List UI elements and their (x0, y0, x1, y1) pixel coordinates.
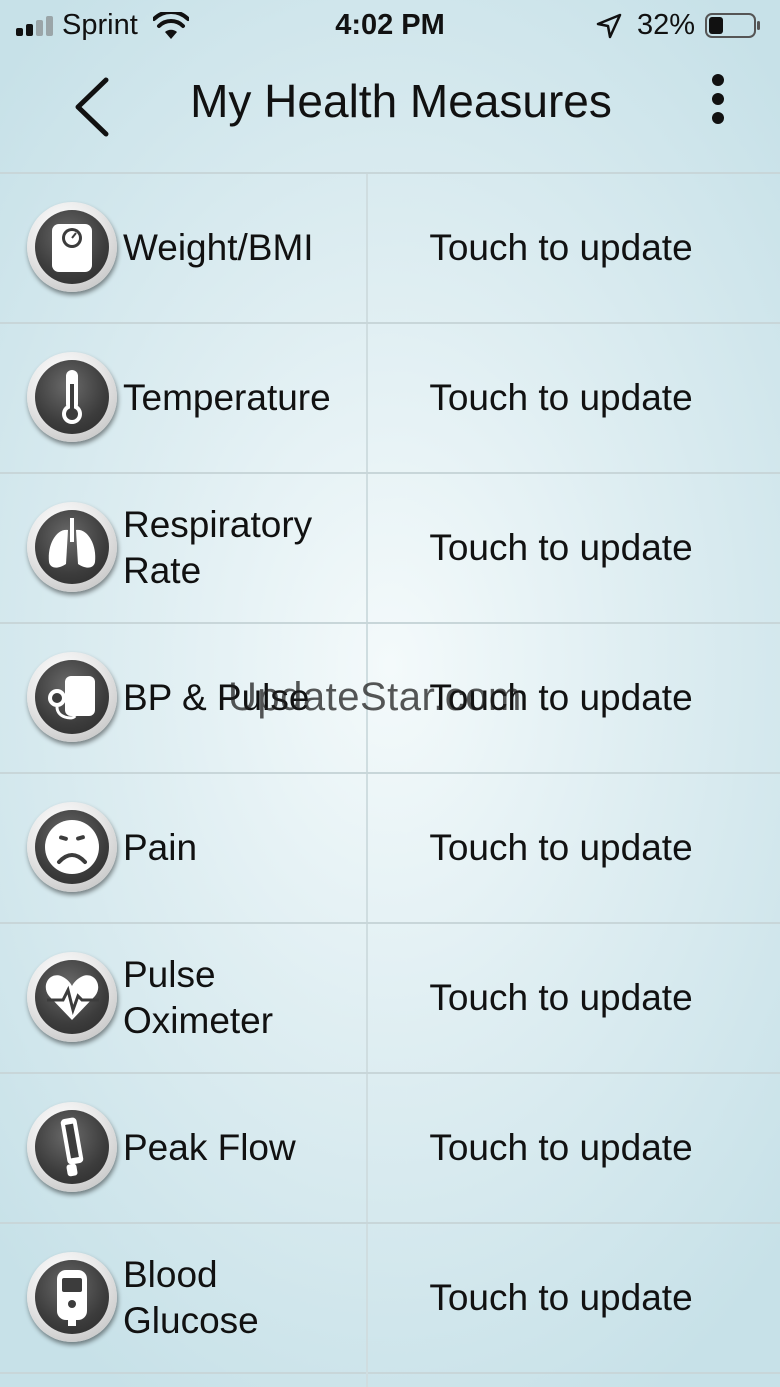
measure-label: Pulse Oximeter (123, 954, 274, 1041)
thermometer-icon (27, 352, 117, 442)
measure-row-weight-bmi[interactable]: Weight/BMI Touch to update (0, 172, 780, 322)
update-prompt[interactable]: Touch to update (368, 324, 754, 472)
update-prompt[interactable]: Touch to update (368, 624, 754, 772)
sad-face-icon (27, 802, 117, 892)
scale-icon (27, 202, 117, 292)
peak-flow-meter-icon (27, 1102, 117, 1192)
measure-row-respiratory-rate[interactable]: Respiratory Rate Touch to update (0, 472, 780, 622)
battery-icon (705, 13, 760, 38)
next-measure-row-partial (0, 1361, 780, 1387)
measure-label: Respiratory Rate (123, 504, 313, 591)
measure-row-temperature[interactable]: Temperature Touch to update (0, 322, 780, 472)
page-title: My Health Measures (190, 75, 612, 127)
update-prompt[interactable]: Touch to update (368, 774, 754, 922)
update-prompt[interactable]: Touch to update (368, 1224, 754, 1372)
measure-row-bp-pulse[interactable]: BP & Pulse Touch to update (0, 622, 780, 772)
more-options-icon[interactable] (700, 74, 736, 130)
measure-label: Blood Glucose (123, 1254, 259, 1341)
health-measures-list: Weight/BMI Touch to update Temperature T… (0, 172, 780, 1374)
measure-label: Temperature (123, 377, 331, 418)
update-prompt[interactable]: Touch to update (368, 174, 754, 322)
measure-label: BP & Pulse (123, 677, 310, 718)
measure-label: Peak Flow (123, 1127, 296, 1168)
measure-row-blood-glucose[interactable]: Blood Glucose Touch to update (0, 1222, 780, 1374)
update-prompt[interactable]: Touch to update (368, 1074, 754, 1222)
battery-percent: 32% (637, 9, 696, 41)
location-arrow-icon (596, 13, 622, 39)
measure-label: Weight/BMI (123, 227, 314, 268)
measure-row-pain[interactable]: Pain Touch to update (0, 772, 780, 922)
lungs-icon (27, 502, 117, 592)
navigation-bar: My Health Measures (0, 52, 780, 170)
update-prompt[interactable]: Touch to update (368, 474, 754, 622)
measure-row-peak-flow[interactable]: Peak Flow Touch to update (0, 1072, 780, 1222)
column-divider (366, 1361, 368, 1387)
measure-row-pulse-oximeter[interactable]: Pulse Oximeter Touch to update (0, 922, 780, 1072)
glucometer-icon (27, 1252, 117, 1342)
heart-pulse-icon (27, 952, 117, 1042)
blood-pressure-cuff-icon (27, 652, 117, 742)
status-bar: Sprint 4:02 PM 32% (0, 0, 780, 52)
update-prompt[interactable]: Touch to update (368, 924, 754, 1072)
measure-label: Pain (123, 827, 198, 868)
